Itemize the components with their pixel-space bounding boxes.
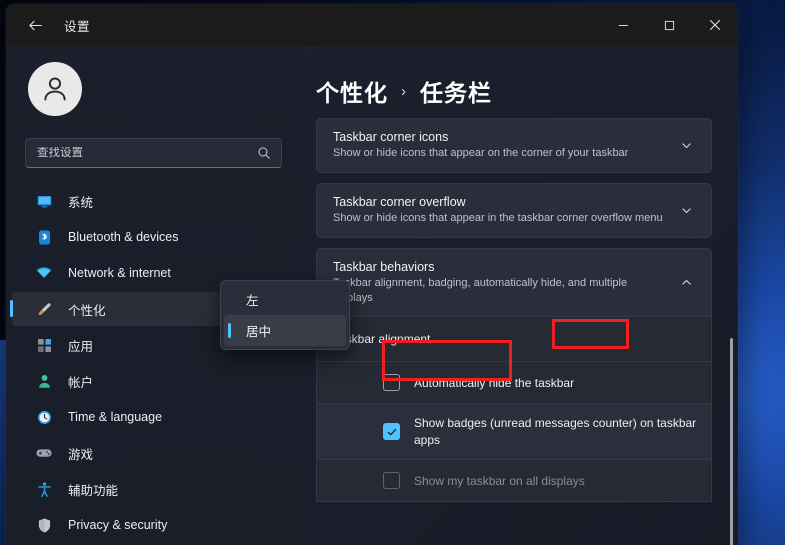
checkbox-label: Automatically hide the taskbar bbox=[414, 375, 575, 390]
brush-icon bbox=[34, 299, 54, 319]
chevron-down-icon[interactable] bbox=[675, 139, 697, 152]
taskbar-alignment-dropdown[interactable]: 左 居中 bbox=[220, 280, 350, 350]
settings-window: 设置 查找设置 系统 Bluetooth & devices Network &… bbox=[6, 4, 738, 545]
sidebar-item-gaming[interactable]: 游戏 bbox=[12, 436, 284, 470]
dropdown-option-label: 居中 bbox=[246, 325, 272, 339]
sidebar-item-system[interactable]: 系统 bbox=[12, 184, 284, 218]
sidebar-item-label: 游戏 bbox=[68, 447, 94, 462]
card-title: Taskbar behaviors bbox=[333, 259, 435, 274]
sidebar-item-label: 个性化 bbox=[68, 303, 106, 318]
sidebar-item-label: 帐户 bbox=[68, 375, 94, 390]
sidebar-item-label: Bluetooth & devices bbox=[68, 230, 179, 244]
search-box[interactable] bbox=[25, 138, 282, 168]
search-container bbox=[6, 116, 298, 168]
card-subtitle: Taskbar alignment, badging, automaticall… bbox=[333, 276, 628, 304]
dropdown-option-left[interactable]: 左 bbox=[224, 284, 346, 315]
row-taskbar-alignment[interactable]: Taskbar alignment bbox=[316, 317, 712, 363]
row-show-badges[interactable]: Show badges (unread messages counter) on… bbox=[316, 404, 712, 461]
search-icon[interactable] bbox=[257, 146, 273, 160]
sidebar-item-accessibility[interactable]: 辅助功能 bbox=[12, 472, 284, 506]
back-button[interactable] bbox=[14, 9, 56, 41]
clock-icon bbox=[34, 407, 54, 427]
checkbox-show-taskbar-all-displays bbox=[383, 472, 400, 490]
checkbox-label: Show my taskbar on all displays bbox=[414, 473, 585, 488]
maximize-icon bbox=[664, 20, 674, 30]
back-arrow-icon bbox=[28, 20, 42, 30]
avatar[interactable] bbox=[28, 62, 82, 116]
card-text: Taskbar corner icons Show or hide icons … bbox=[333, 130, 675, 161]
sidebar-item-bluetooth-devices[interactable]: Bluetooth & devices bbox=[12, 220, 284, 254]
dropdown-option-center[interactable]: 居中 bbox=[224, 315, 346, 346]
maximize-button[interactable] bbox=[646, 4, 692, 46]
card-taskbar-behaviors[interactable]: Taskbar behaviors Taskbar alignment, bad… bbox=[316, 247, 712, 318]
breadcrumb-parent[interactable]: 个性化 bbox=[316, 74, 388, 108]
sidebar-item-label: Time & language bbox=[68, 410, 163, 424]
sidebar-nav: 系统 Bluetooth & devices Network & interne… bbox=[6, 184, 298, 542]
app-title: 设置 bbox=[64, 19, 91, 34]
breadcrumb-separator-icon: › bbox=[401, 82, 407, 100]
chevron-up-icon[interactable] bbox=[675, 276, 697, 289]
sidebar-item-time-language[interactable]: Time & language bbox=[12, 400, 284, 434]
search-input[interactable] bbox=[37, 147, 257, 159]
card-taskbar-corner-overflow[interactable]: Taskbar corner overflow Show or hide ico… bbox=[316, 182, 712, 238]
gamepad-icon bbox=[34, 443, 54, 463]
card-subtitle: Show or hide icons that appear in the ta… bbox=[333, 211, 663, 224]
scrollbar-thumb[interactable] bbox=[730, 338, 733, 545]
sidebar-item-label: 应用 bbox=[68, 339, 94, 354]
main-pane: 个性化 › 任务栏 Taskbar corner icons Show or h… bbox=[298, 46, 738, 545]
apps-icon bbox=[34, 335, 54, 355]
card-taskbar-corner-icons[interactable]: Taskbar corner icons Show or hide icons … bbox=[316, 118, 712, 173]
row-show-taskbar-all-displays: Show my taskbar on all displays bbox=[316, 460, 712, 503]
avatar-container bbox=[6, 46, 298, 116]
dropdown-option-label: 左 bbox=[246, 294, 259, 308]
checkbox-label: Show badges (unread messages counter) on… bbox=[414, 416, 697, 447]
accessibility-icon bbox=[34, 479, 54, 499]
chevron-down-icon[interactable] bbox=[675, 204, 697, 217]
sidebar-item-label: 系统 bbox=[68, 195, 94, 210]
sidebar-item-accounts[interactable]: 帐户 bbox=[12, 364, 284, 398]
account-icon bbox=[34, 371, 54, 391]
monitor-icon bbox=[34, 191, 54, 211]
sidebar-item-label: 辅助功能 bbox=[68, 483, 119, 498]
bluetooth-icon bbox=[34, 227, 54, 247]
wifi-icon bbox=[34, 263, 54, 283]
row-auto-hide-taskbar[interactable]: Automatically hide the taskbar bbox=[316, 362, 712, 405]
card-text: Taskbar behaviors Taskbar alignment, bad… bbox=[333, 260, 675, 306]
checkmark-icon bbox=[387, 428, 396, 436]
sidebar-item-privacy-security[interactable]: Privacy & security bbox=[12, 508, 284, 542]
breadcrumb: 个性化 › 任务栏 bbox=[316, 74, 712, 108]
checkbox-auto-hide-taskbar[interactable] bbox=[383, 374, 400, 392]
breadcrumb-current: 任务栏 bbox=[420, 80, 492, 106]
card-text: Taskbar corner overflow Show or hide ico… bbox=[333, 195, 675, 226]
card-title: Taskbar corner overflow bbox=[333, 194, 466, 209]
window-content: 系统 Bluetooth & devices bbox=[6, 46, 738, 545]
scrollbar-track[interactable] bbox=[727, 166, 736, 545]
title-bar-left: 设置 bbox=[6, 4, 90, 46]
checkbox-show-badges[interactable] bbox=[383, 423, 400, 441]
shield-icon bbox=[34, 515, 54, 535]
title-bar: 设置 bbox=[6, 4, 738, 46]
minimize-button[interactable] bbox=[600, 4, 646, 46]
sidebar-item-label: Privacy & security bbox=[68, 518, 168, 532]
sidebar-item-label: Network & internet bbox=[68, 266, 171, 280]
card-title: Taskbar corner icons bbox=[333, 130, 449, 144]
card-subtitle: Show or hide icons that appear on the co… bbox=[333, 147, 629, 159]
close-icon bbox=[709, 19, 721, 31]
close-button[interactable] bbox=[692, 4, 738, 46]
minimize-icon bbox=[618, 24, 628, 26]
user-avatar-icon bbox=[44, 77, 66, 101]
